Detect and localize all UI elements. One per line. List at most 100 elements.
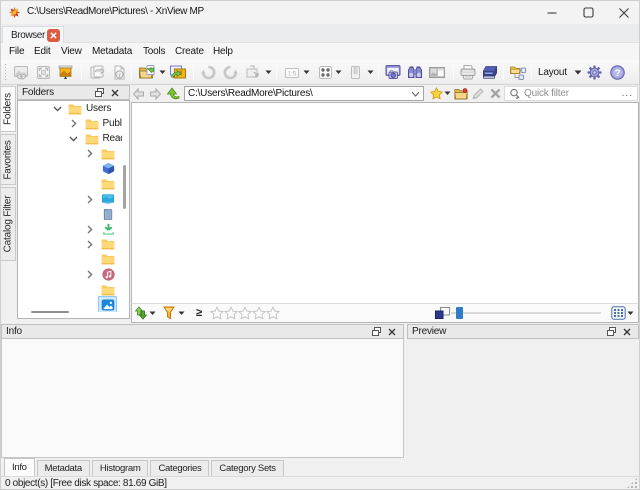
side-tab-catalog-filter[interactable]: Catalog Filter [1, 187, 16, 261]
print-button[interactable] [457, 62, 478, 83]
filter-button[interactable] [161, 305, 177, 321]
settings-button[interactable] [584, 62, 605, 83]
grid-view-dropdown[interactable] [626, 305, 635, 321]
rating-star-5[interactable] [266, 306, 280, 320]
rating-stars[interactable] [210, 306, 280, 320]
zoom-ratio-button[interactable]: 1:5 [281, 62, 302, 83]
expander-closed-icon[interactable] [85, 194, 95, 204]
slideshow-button[interactable] [55, 62, 76, 83]
filter-dropdown[interactable] [177, 305, 186, 321]
rating-star-2[interactable] [224, 306, 238, 320]
tab-metadata[interactable]: Metadata [37, 460, 90, 476]
slider-thumb[interactable] [456, 307, 463, 319]
tree-vertical-scrollbar[interactable] [121, 101, 128, 306]
expander-closed-icon[interactable] [85, 239, 95, 249]
tree-row-folder[interactable] [18, 252, 122, 267]
tree-row-public[interactable]: Public [18, 116, 122, 131]
tree-row-users[interactable]: Users [18, 101, 122, 116]
tree-row-desktop[interactable] [18, 192, 122, 207]
parent-folder-button[interactable] [165, 86, 180, 101]
tree-row-documents[interactable] [18, 207, 122, 222]
compare-button[interactable] [426, 62, 447, 83]
tree-vscroll-thumb[interactable] [123, 165, 126, 209]
expander-closed-icon[interactable] [69, 119, 79, 129]
tab-category-sets[interactable]: Category Sets [211, 460, 283, 476]
capture-button[interactable] [382, 62, 403, 83]
folder-tree-button[interactable] [507, 62, 528, 83]
minimize-button[interactable] [535, 1, 569, 24]
help-button[interactable]: ? [607, 62, 628, 83]
side-tab-favorites[interactable]: Favorites [1, 134, 16, 185]
back-button[interactable] [131, 86, 146, 101]
tree-row-folder[interactable] [18, 282, 122, 297]
tree-row-folder[interactable] [18, 146, 122, 161]
sort-order-dropdown[interactable] [148, 305, 157, 321]
tree-row-music[interactable] [18, 267, 122, 282]
close-panel-icon[interactable] [109, 87, 121, 99]
thumbnail-size-slider[interactable] [451, 306, 601, 320]
grid-view-button[interactable] [610, 305, 626, 321]
rotate-left-button[interactable] [198, 62, 219, 83]
menu-edit[interactable]: Edit [34, 43, 50, 60]
file-info-button[interactable]: i [109, 62, 130, 83]
tab-histogram[interactable]: Histogram [92, 460, 149, 476]
batch-convert-button[interactable] [167, 62, 188, 83]
rating-star-1[interactable] [210, 306, 224, 320]
resize-grip[interactable] [627, 478, 637, 488]
rotate-right-button[interactable] [220, 62, 241, 83]
thumbnail-size-button[interactable] [433, 305, 451, 321]
quick-filter-more-button[interactable]: ... [622, 88, 633, 99]
float-panel-icon[interactable] [370, 326, 382, 338]
rating-star-3[interactable] [238, 306, 252, 320]
open-button[interactable] [136, 62, 157, 83]
view-button[interactable] [11, 62, 32, 83]
tab-browser[interactable]: Browser [2, 26, 64, 43]
sort-order-button[interactable] [132, 305, 148, 321]
close-button[interactable] [607, 1, 640, 24]
scan-button[interactable] [479, 62, 500, 83]
tab-categories[interactable]: Categories [150, 460, 209, 476]
quick-filter-input[interactable]: Quick filter ... [504, 86, 638, 101]
tree-hscroll-thumb[interactable] [31, 311, 69, 313]
toolbar-drag-handle[interactable] [4, 64, 8, 81]
expander-closed-icon[interactable] [85, 224, 95, 234]
rating-operator[interactable]: ≥ [196, 307, 202, 319]
expander-open-icon[interactable] [52, 104, 62, 114]
sort-dropdown[interactable] [365, 62, 375, 83]
open-dropdown[interactable] [157, 62, 167, 83]
fullscreen-button[interactable] [33, 62, 54, 83]
menu-tools[interactable]: Tools [143, 43, 165, 60]
maximize-button[interactable] [571, 1, 605, 24]
tree-row-folder[interactable] [18, 237, 122, 252]
menu-create[interactable]: Create [175, 43, 204, 60]
view-mode-dropdown[interactable] [333, 62, 343, 83]
side-tab-folders[interactable]: Folders [1, 86, 16, 132]
close-panel-icon[interactable] [386, 326, 398, 338]
slider-track[interactable] [451, 312, 601, 314]
menu-metadata[interactable]: Metadata [92, 43, 132, 60]
layout-button[interactable]: Layout [538, 62, 582, 83]
rating-star-4[interactable] [252, 306, 266, 320]
favorite-folder-button[interactable] [454, 86, 468, 101]
browser-file-area[interactable] [131, 102, 639, 303]
float-panel-icon[interactable] [93, 87, 105, 99]
path-combobox[interactable]: C:\Users\ReadMore\Pictures\ [184, 86, 424, 101]
clear-filter-button[interactable] [488, 86, 502, 101]
favorites-dropdown[interactable] [443, 86, 452, 101]
tree-row-readmore[interactable]: ReadMore [18, 131, 122, 146]
tree-row-downloads[interactable] [18, 222, 122, 237]
expander-closed-icon[interactable] [85, 270, 95, 280]
menu-view[interactable]: View [61, 43, 82, 60]
tree-row-folder[interactable] [18, 176, 122, 191]
tree-row-cube-3d[interactable] [18, 161, 122, 176]
edit-path-button[interactable] [470, 86, 484, 101]
forward-button[interactable] [148, 86, 163, 101]
zoom-ratio-dropdown[interactable] [301, 62, 311, 83]
sort-button[interactable] [345, 62, 366, 83]
search-button[interactable] [404, 62, 425, 83]
crop-button[interactable] [242, 62, 263, 83]
expander-open-icon[interactable] [69, 134, 79, 144]
menu-file[interactable]: File [9, 43, 24, 60]
expander-closed-icon[interactable] [85, 149, 95, 159]
crop-dropdown[interactable] [263, 62, 273, 83]
